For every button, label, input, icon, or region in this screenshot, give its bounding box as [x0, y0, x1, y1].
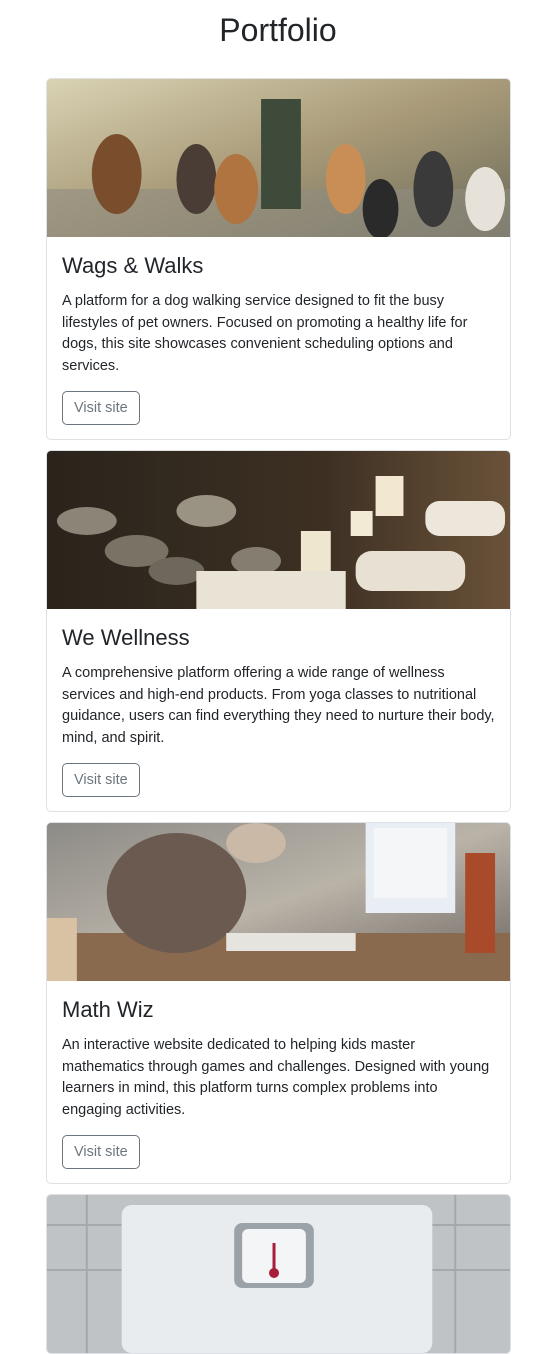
project-title: Math Wiz [62, 997, 154, 1022]
child-at-computer-image [47, 823, 510, 981]
visit-site-button[interactable]: Visit site [62, 763, 140, 798]
project-card-we-wellness: We Wellness A comprehensive platform off… [46, 450, 511, 813]
project-description: A platform for a dog walking service des… [62, 293, 468, 374]
project-card-math-wiz: Math Wiz An interactive website dedicate… [46, 822, 511, 1185]
project-card-wags-walks: Wags & Walks A platform for a dog walkin… [46, 78, 511, 441]
bathroom-scale-image [47, 1195, 510, 1353]
visit-site-button[interactable]: Visit site [62, 391, 140, 426]
dog-walking-image [47, 79, 510, 237]
visit-site-button[interactable]: Visit site [62, 1135, 140, 1170]
project-card-scale [46, 1194, 511, 1354]
project-description: An interactive website dedicated to help… [62, 1037, 490, 1118]
project-title: We Wellness [62, 625, 190, 650]
page-title: Portfolio [219, 12, 337, 48]
project-title: Wags & Walks [62, 253, 204, 278]
project-description: A comprehensive platform offering a wide… [62, 665, 495, 746]
wellness-stones-candles-image [47, 451, 510, 609]
